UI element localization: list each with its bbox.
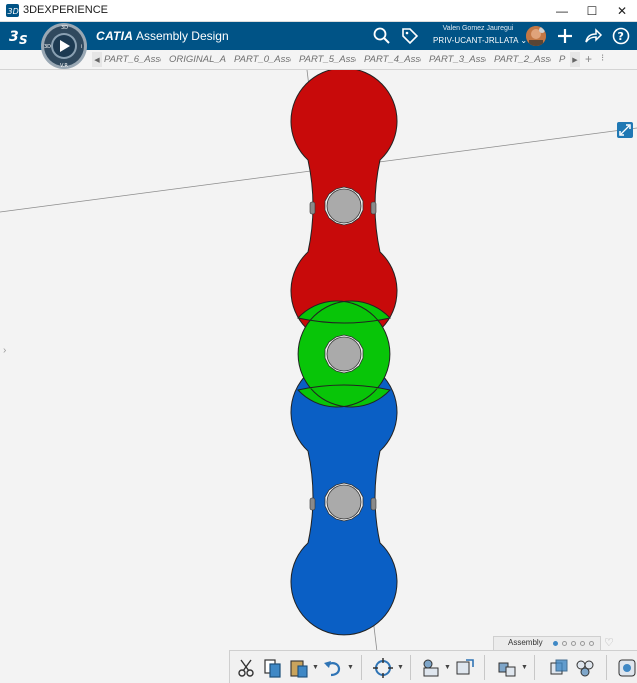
compass-right-label: i	[81, 44, 82, 50]
user-name: Valen Gomez Jauregui	[442, 25, 514, 32]
minimize-button[interactable]: —	[547, 0, 577, 21]
pin-right-bottom	[370, 497, 377, 511]
svg-text:?: ?	[618, 30, 624, 43]
fit-all-in-button[interactable]	[617, 122, 633, 138]
tab-part-6[interactable]: PART_6_Assem	[104, 50, 161, 70]
section-dot[interactable]	[589, 641, 594, 646]
top-bar: 3 S CATIA Assembly Design Valen Gomez Ja…	[0, 22, 637, 50]
engineering-connection-arrow[interactable]: ▼	[397, 664, 404, 671]
left-panel-expand-handle[interactable]: ›	[3, 345, 6, 356]
cut-icon[interactable]	[236, 657, 258, 679]
toolbar-separator	[410, 655, 411, 680]
pin-right-top	[370, 201, 377, 215]
section-dot[interactable]	[562, 641, 567, 646]
add-icon[interactable]	[555, 26, 575, 46]
paste-icon[interactable]	[288, 657, 310, 679]
3d-viewport[interactable]: ›	[0, 70, 637, 683]
maximize-button[interactable]: ☐	[577, 0, 607, 21]
brand-catia: CATIA	[96, 29, 134, 43]
engineering-connection-icon[interactable]	[372, 657, 394, 679]
svg-text:3: 3	[9, 29, 19, 45]
insert-product-icon[interactable]	[420, 657, 442, 679]
action-bar-section-tab[interactable]: Assembly	[493, 636, 601, 650]
tabs-scroll-right-button[interactable]: ▶	[570, 52, 580, 67]
tab-list: PART_6_Assem ORIGINAL_Ass PART_0_Assem PART…	[104, 50, 576, 70]
dassault-logo-icon[interactable]: 3 S	[8, 25, 34, 47]
user-role-dropdown[interactable]: PRIV-UCANT-JRLLATA ⌄	[433, 36, 527, 45]
paste-options-arrow[interactable]: ▼	[312, 664, 319, 671]
insert-product-arrow[interactable]: ▼	[444, 664, 451, 671]
user-role-label: PRIV-UCANT-JRLLATA	[433, 36, 519, 45]
close-button[interactable]: ✕	[607, 0, 637, 21]
tag-icon[interactable]	[400, 26, 420, 46]
help-icon[interactable]: ?	[611, 26, 631, 46]
undo-options-arrow[interactable]: ▼	[347, 664, 354, 671]
undo-icon[interactable]	[322, 657, 344, 679]
assembly-tools-icon[interactable]	[496, 657, 518, 679]
avatar[interactable]	[526, 26, 546, 46]
section-label: Assembly	[508, 638, 543, 647]
section-dot[interactable]	[553, 641, 558, 646]
tabs-scroll-left-button[interactable]: ◀	[92, 52, 102, 67]
tab-bar: ◀ PART_6_AssemORIGINAL_AssPART_0_AssemPA…	[0, 50, 637, 70]
tab-part-0[interactable]: PART_0_Assem	[234, 50, 291, 70]
toolbar-separator	[361, 655, 362, 680]
section-pager	[553, 641, 594, 646]
replace-icon[interactable]	[454, 657, 476, 679]
svg-text:3D: 3D	[8, 7, 19, 16]
3d-scene[interactable]	[0, 70, 637, 683]
compass-bottom-label: V.R	[60, 63, 68, 69]
pin-left-top	[309, 201, 316, 215]
tab-truncated[interactable]: P	[559, 50, 569, 70]
share-icon[interactable]	[583, 26, 603, 46]
tab-original[interactable]: ORIGINAL_Ass	[169, 50, 226, 70]
window-title: 3DEXPERIENCE	[23, 4, 108, 16]
tab-list-menu-button[interactable]: ⁝	[601, 53, 604, 64]
pin-left-bottom	[309, 497, 316, 511]
copy-icon[interactable]	[262, 657, 284, 679]
section-dot[interactable]	[571, 641, 576, 646]
toolbar-separator	[534, 655, 535, 680]
app-brand: CATIA Assembly Design	[96, 29, 229, 43]
publish-icon[interactable]	[616, 657, 637, 679]
brand-app-name: Assembly Design	[135, 29, 229, 43]
compute-clash-icon[interactable]	[548, 657, 570, 679]
3dexperience-app-icon: 3D	[6, 4, 19, 17]
assembly-tools-arrow[interactable]: ▼	[521, 664, 528, 671]
fit-all-icon	[619, 124, 631, 136]
toolbar-separator	[606, 655, 607, 680]
tab-part-4[interactable]: PART_4_Assem	[364, 50, 421, 70]
section-dot[interactable]	[580, 641, 585, 646]
add-tab-button[interactable]: +	[585, 52, 592, 66]
compass-icon[interactable]: 3D 3D i V.R	[40, 22, 88, 70]
compass-top-label: 3D	[61, 25, 68, 31]
avatar-image	[526, 26, 546, 46]
search-icon[interactable]	[372, 26, 392, 46]
tab-part-3[interactable]: PART_3_Assem	[429, 50, 486, 70]
hub-middle[interactable]	[324, 334, 364, 374]
hub-top[interactable]	[324, 186, 364, 226]
toolbar-separator	[484, 655, 485, 680]
compass-left-label: 3D	[44, 44, 51, 50]
action-bar: ▼ ▼ ▼ ▼ ▼	[229, 650, 637, 683]
tab-part-5[interactable]: PART_5_Assem	[299, 50, 356, 70]
svg-text:S: S	[19, 33, 28, 47]
favorite-heart-icon[interactable]: ♡	[604, 636, 614, 649]
window-title-bar: 3D 3DEXPERIENCE — ☐ ✕	[0, 0, 637, 22]
tab-part-2[interactable]: PART_2_Assem	[494, 50, 551, 70]
hub-bottom[interactable]	[324, 482, 364, 522]
constraints-icon[interactable]	[574, 657, 596, 679]
